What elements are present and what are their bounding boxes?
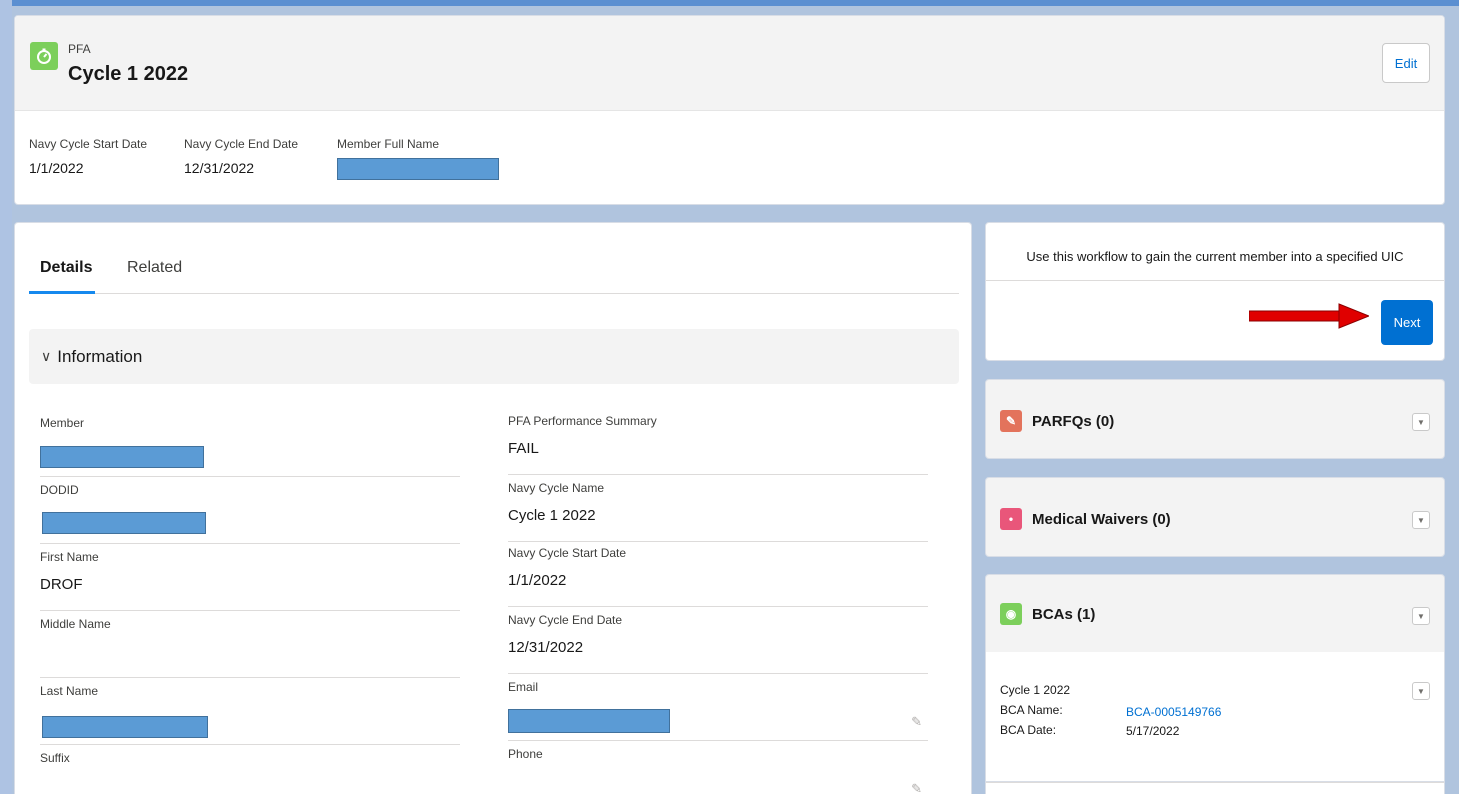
field-navy-cycle-start-date: Navy Cycle Start Date 1/1/2022 — [508, 540, 928, 607]
edit-button[interactable]: Edit — [1382, 43, 1430, 83]
bca-name-link[interactable]: BCA-0005149766 — [1126, 705, 1221, 719]
chevron-down-icon[interactable]: ▼ — [1412, 511, 1430, 529]
field-navy-cycle-end-date: Navy Cycle End Date 12/31/2022 — [508, 607, 928, 674]
related-bcas: ◉ BCAs (1) ▼ — [985, 574, 1445, 654]
bca-date-label: BCA Date: — [1000, 723, 1057, 737]
header-field-label: Member Full Name — [337, 137, 440, 151]
field-pfa-performance-summary: PFA Performance Summary FAIL — [508, 408, 928, 475]
redacted-value — [508, 709, 670, 733]
field-label: First Name — [40, 550, 99, 564]
redacted-value — [40, 446, 204, 468]
stopwatch-icon — [30, 42, 58, 70]
field-navy-cycle-name: Navy Cycle Name Cycle 1 2022 — [508, 475, 928, 542]
field-value: 1/1/2022 — [508, 572, 567, 589]
tab-details[interactable]: Details — [40, 259, 92, 277]
header-field-value: 1/1/2022 — [29, 160, 84, 176]
field-phone: Phone ✎ — [508, 741, 928, 794]
page-title: Cycle 1 2022 — [68, 63, 189, 85]
chevron-down-icon[interactable]: ▼ — [1412, 413, 1430, 431]
header-field-start-date: Navy Cycle Start Date 1/1/2022 — [29, 137, 147, 176]
field-label: Suffix — [40, 751, 70, 765]
field-suffix: Suffix — [40, 745, 460, 794]
tab-divider — [29, 293, 959, 294]
section-information[interactable]: ∨ Information — [29, 329, 959, 384]
redacted-value — [337, 158, 499, 180]
field-label: Navy Cycle Name — [508, 481, 605, 495]
bca-name-label: BCA Name: — [1000, 703, 1063, 717]
workflow-description: Use this workflow to gain the current me… — [1026, 249, 1404, 264]
field-value: FAIL — [508, 440, 539, 457]
field-label: Middle Name — [40, 617, 111, 631]
field-label: Last Name — [40, 684, 99, 698]
bca-icon: ◉ — [1000, 603, 1022, 625]
window-top-border — [0, 0, 1459, 6]
bca-record-tile: Cycle 1 2022 ▼ BCA Name: BCA-0005149766 … — [985, 652, 1445, 782]
field-label: Navy Cycle Start Date — [508, 546, 627, 560]
record-header: PFA Cycle 1 2022 Edit Navy Cycle Start D… — [14, 15, 1445, 205]
field-first-name: First Name DROF — [40, 544, 460, 611]
details-card: Details Related ∨ Information Member DOD… — [14, 222, 972, 794]
header-field-end-date: Navy Cycle End Date 12/31/2022 — [184, 137, 298, 176]
field-value: 12/31/2022 — [508, 639, 584, 656]
next-button[interactable]: Next — [1381, 300, 1433, 345]
related-list-title[interactable]: Medical Waivers (0) — [1032, 511, 1171, 528]
related-parfqs: ✎ PARFQs (0) ▼ — [985, 379, 1445, 459]
bca-date-value: 5/17/2022 — [1126, 724, 1180, 738]
redacted-value — [42, 716, 208, 738]
field-label: Navy Cycle End Date — [508, 613, 623, 627]
workflow-divider — [986, 280, 1444, 281]
field-label: DODID — [40, 483, 79, 497]
field-label: Email — [508, 680, 539, 694]
field-member: Member — [40, 410, 460, 477]
bca-cycle: Cycle 1 2022 — [1000, 683, 1071, 697]
field-label: PFA Performance Summary — [508, 414, 657, 428]
field-value: Cycle 1 2022 — [508, 507, 596, 524]
field-last-name: Last Name — [40, 678, 460, 745]
field-dodid: DODID — [40, 477, 460, 544]
pencil-icon[interactable]: ✎ — [911, 781, 922, 794]
record-type-label: PFA — [68, 42, 91, 56]
redacted-value — [42, 512, 206, 534]
field-middle-name: Middle Name — [40, 611, 460, 678]
red-arrow-annotation — [1249, 303, 1369, 329]
tab-related[interactable]: Related — [127, 259, 182, 277]
field-email: Email ✎ — [508, 674, 928, 741]
header-field-value: 12/31/2022 — [184, 160, 255, 176]
header-field-label: Navy Cycle End Date — [184, 137, 299, 151]
bca-footer-divider — [986, 782, 1444, 783]
chevron-down-icon[interactable]: ▼ — [1412, 607, 1430, 625]
active-tab-indicator — [29, 291, 95, 294]
workflow-card: Use this workflow to gain the current me… — [985, 222, 1445, 361]
chevron-down-icon: ∨ — [41, 348, 52, 364]
header-field-member-full-name: Member Full Name — [337, 137, 499, 180]
pencil-icon: ✎ — [1000, 410, 1022, 432]
field-label: Phone — [508, 747, 543, 761]
record-header-top: PFA Cycle 1 2022 Edit — [15, 16, 1444, 111]
related-medical-waivers: • Medical Waivers (0) ▼ — [985, 477, 1445, 557]
thermometer-icon: • — [1000, 508, 1022, 530]
section-title: Information — [57, 346, 143, 366]
pencil-icon[interactable]: ✎ — [911, 714, 922, 730]
field-label: Member — [40, 416, 85, 430]
window-left-border — [0, 0, 12, 794]
field-value: DROF — [40, 576, 83, 593]
related-list-title[interactable]: PARFQs (0) — [1032, 413, 1114, 430]
chevron-down-icon[interactable]: ▼ — [1412, 682, 1430, 700]
header-field-label: Navy Cycle Start Date — [29, 137, 148, 151]
bca-footer — [985, 782, 1445, 794]
related-list-title[interactable]: BCAs (1) — [1032, 606, 1095, 623]
